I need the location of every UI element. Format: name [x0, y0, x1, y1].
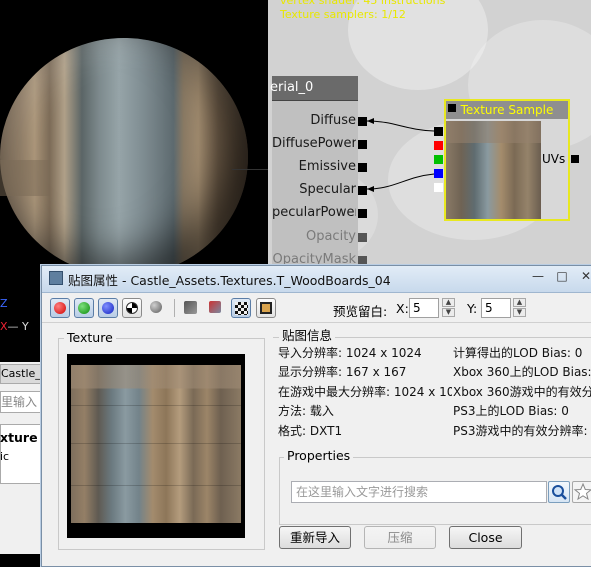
properties-search-input[interactable]: 在这里输入文字进行搜索: [291, 481, 547, 503]
y-decrement-button[interactable]: ▼: [513, 308, 526, 317]
x-padding-input[interactable]: 5: [409, 298, 439, 318]
y-increment-button[interactable]: ▲: [513, 298, 526, 307]
computed-lod-bias: 计算得出的LOD Bias: 0: [453, 346, 583, 360]
green-channel-button[interactable]: [74, 298, 94, 318]
find-in-browser-button[interactable]: [181, 298, 201, 318]
xbox-effective-resolution: Xbox 360游戏中的有效分辨: [453, 385, 591, 399]
minimize-button[interactable]: —: [527, 267, 549, 285]
star-icon: [573, 482, 591, 501]
import-resolution: 导入分辨率: 1024 x 1024: [278, 346, 422, 360]
alpha-channel-icon: [126, 302, 138, 314]
preview-padding-label: 预览留白:: [333, 304, 388, 319]
sync-icon: [209, 301, 221, 313]
texture-format: 格式: DXT1: [278, 424, 343, 438]
texture-preview-image[interactable]: [71, 365, 241, 523]
sync-button[interactable]: [206, 298, 226, 318]
display-resolution: 显示分辨率: 167 x 167: [278, 365, 407, 379]
border-icon: [260, 302, 272, 314]
border-toggle-button[interactable]: [256, 298, 276, 318]
xbox-lod-bias: Xbox 360上的LOD Bias: 0: [453, 365, 591, 379]
texture-group-label: Texture: [64, 330, 116, 345]
content-browser-tab[interactable]: Castle_: [0, 364, 41, 384]
x-decrement-button[interactable]: ▼: [442, 308, 455, 317]
properties-label: Properties: [284, 448, 354, 463]
compress-button[interactable]: 压缩: [364, 526, 436, 549]
search-icon: [552, 485, 567, 500]
toolbar-separator: [174, 299, 175, 317]
browser-icon: [184, 301, 197, 314]
y-padding-label: Y:: [467, 301, 478, 316]
alpha-channel-button[interactable]: [122, 298, 142, 318]
y-padding-input[interactable]: 5: [481, 298, 511, 318]
red-channel-icon: [54, 302, 66, 314]
x-increment-button[interactable]: ▲: [442, 298, 455, 307]
ps3-effective-resolution: PS3游戏中的有效分辨率:: [453, 424, 588, 438]
blue-channel-icon: [102, 302, 114, 314]
search-button[interactable]: [548, 481, 570, 503]
checker-background-button[interactable]: [231, 298, 251, 318]
green-channel-icon: [78, 302, 90, 314]
content-browser-search[interactable]: 里输入: [0, 391, 41, 413]
load-method: 方法: 载入: [278, 404, 334, 418]
content-browser-item[interactable]: ic: [0, 450, 9, 463]
reimport-button[interactable]: 重新导入: [279, 526, 351, 549]
texture-info-label: 贴图信息: [279, 325, 336, 344]
content-browser-item[interactable]: xture: [0, 430, 38, 445]
close-window-button[interactable]: ✕: [575, 267, 591, 285]
desaturate-button[interactable]: [147, 298, 167, 318]
maximize-button[interactable]: □: [551, 267, 573, 285]
close-button[interactable]: Close: [449, 526, 522, 549]
blue-channel-button[interactable]: [98, 298, 118, 318]
ps3-lod-bias: PS3上的LOD Bias: 0: [453, 404, 569, 418]
dialog-title: 贴图属性 - Castle_Assets.Textures.T_WoodBoar…: [68, 273, 391, 288]
x-padding-label: X:: [396, 301, 409, 316]
red-channel-button[interactable]: [50, 298, 70, 318]
window-icon: [49, 271, 63, 285]
checkerboard-icon: [235, 302, 248, 315]
desaturate-icon: [150, 301, 162, 313]
max-ingame-resolution: 在游戏中最大分辨率: 1024 x 10: [278, 385, 452, 399]
favorites-button[interactable]: [572, 481, 591, 503]
